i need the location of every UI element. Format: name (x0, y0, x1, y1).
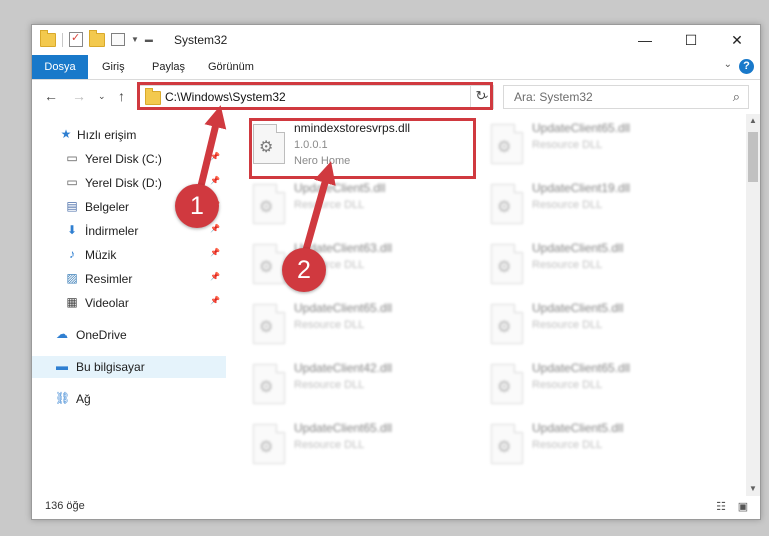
step-badge-2: 2 (282, 248, 326, 292)
step-badge-1: 1 (175, 184, 219, 228)
arrow-to-address (196, 105, 227, 191)
annotation-arrows (196, 105, 336, 251)
arrow-to-file (302, 161, 336, 251)
